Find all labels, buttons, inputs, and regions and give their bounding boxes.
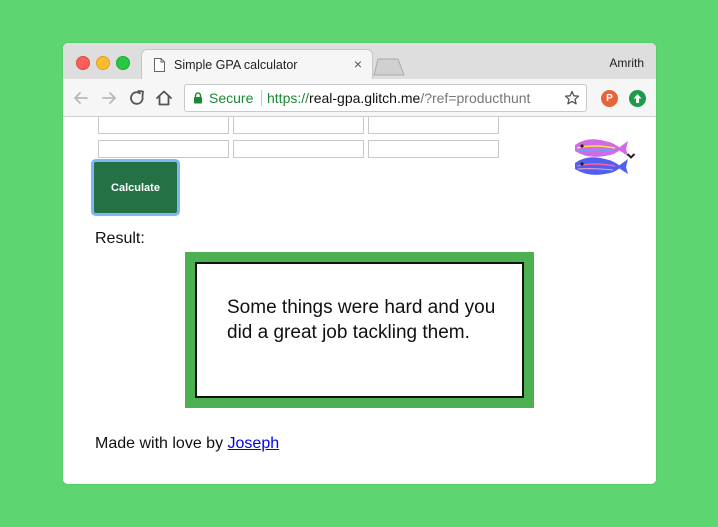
calculate-button[interactable]: Calculate <box>94 162 177 213</box>
chevron-down-icon[interactable] <box>626 152 636 160</box>
result-panel: Some things were hard and you did a grea… <box>195 262 524 398</box>
maximize-window-button[interactable] <box>116 56 130 70</box>
tab-close-icon[interactable]: × <box>354 56 362 72</box>
result-label: Result: <box>95 230 145 247</box>
url-path: /?ref=producthunt <box>420 90 531 106</box>
minimize-window-button[interactable] <box>96 56 110 70</box>
close-window-button[interactable] <box>76 56 90 70</box>
grade-input-row2-col1[interactable] <box>98 140 229 158</box>
result-message: Some things were hard and you did a grea… <box>227 297 496 343</box>
lock-icon <box>194 92 202 104</box>
arrow-up-icon <box>633 94 642 103</box>
grade-input-row1-col3[interactable] <box>368 117 499 134</box>
title-bar: Simple GPA calculator × Amrith <box>63 43 656 79</box>
page-icon <box>154 58 165 72</box>
address-bar[interactable]: Secure https://real-gpa.glitch.me/?ref=p… <box>184 84 587 112</box>
security-label: Secure <box>209 90 254 106</box>
reload-icon[interactable] <box>127 88 147 108</box>
url-host: real-gpa.glitch.me <box>309 90 421 106</box>
home-icon[interactable] <box>154 88 174 108</box>
result-box: Some things were hard and you did a grea… <box>185 252 534 408</box>
grade-input-row1-col2[interactable] <box>233 117 364 134</box>
tab-simple-gpa-calculator[interactable]: Simple GPA calculator × <box>141 49 373 79</box>
tab-title: Simple GPA calculator <box>174 58 298 72</box>
profile-name[interactable]: Amrith <box>609 56 644 70</box>
grade-input-row2-col2[interactable] <box>233 140 364 158</box>
upload-extension-icon[interactable] <box>629 90 646 107</box>
new-tab-button[interactable] <box>373 58 405 76</box>
back-arrow-icon[interactable] <box>71 88 91 108</box>
glitch-fish-logo-icon[interactable] <box>571 137 629 179</box>
url-text: https://real-gpa.glitch.me/?ref=producth… <box>267 90 530 106</box>
forward-arrow-icon[interactable] <box>99 88 119 108</box>
browser-window: Simple GPA calculator × Amrith Secure ht… <box>63 43 656 484</box>
url-scheme: https:// <box>267 90 310 106</box>
footer-credit: Made with love by Joseph <box>95 435 279 453</box>
grade-input-row1-col1[interactable] <box>98 117 229 134</box>
author-link[interactable]: Joseph <box>228 435 280 452</box>
footer-text: Made with love by <box>95 435 228 452</box>
browser-toolbar: Secure https://real-gpa.glitch.me/?ref=p… <box>63 79 656 117</box>
page-content: Calculate Result: Some things were hard … <box>63 117 656 484</box>
producthunt-extension-icon[interactable]: P <box>601 90 618 107</box>
bookmark-star-icon[interactable] <box>564 90 580 106</box>
grade-input-row2-col3[interactable] <box>368 140 499 158</box>
address-separator <box>261 90 262 106</box>
